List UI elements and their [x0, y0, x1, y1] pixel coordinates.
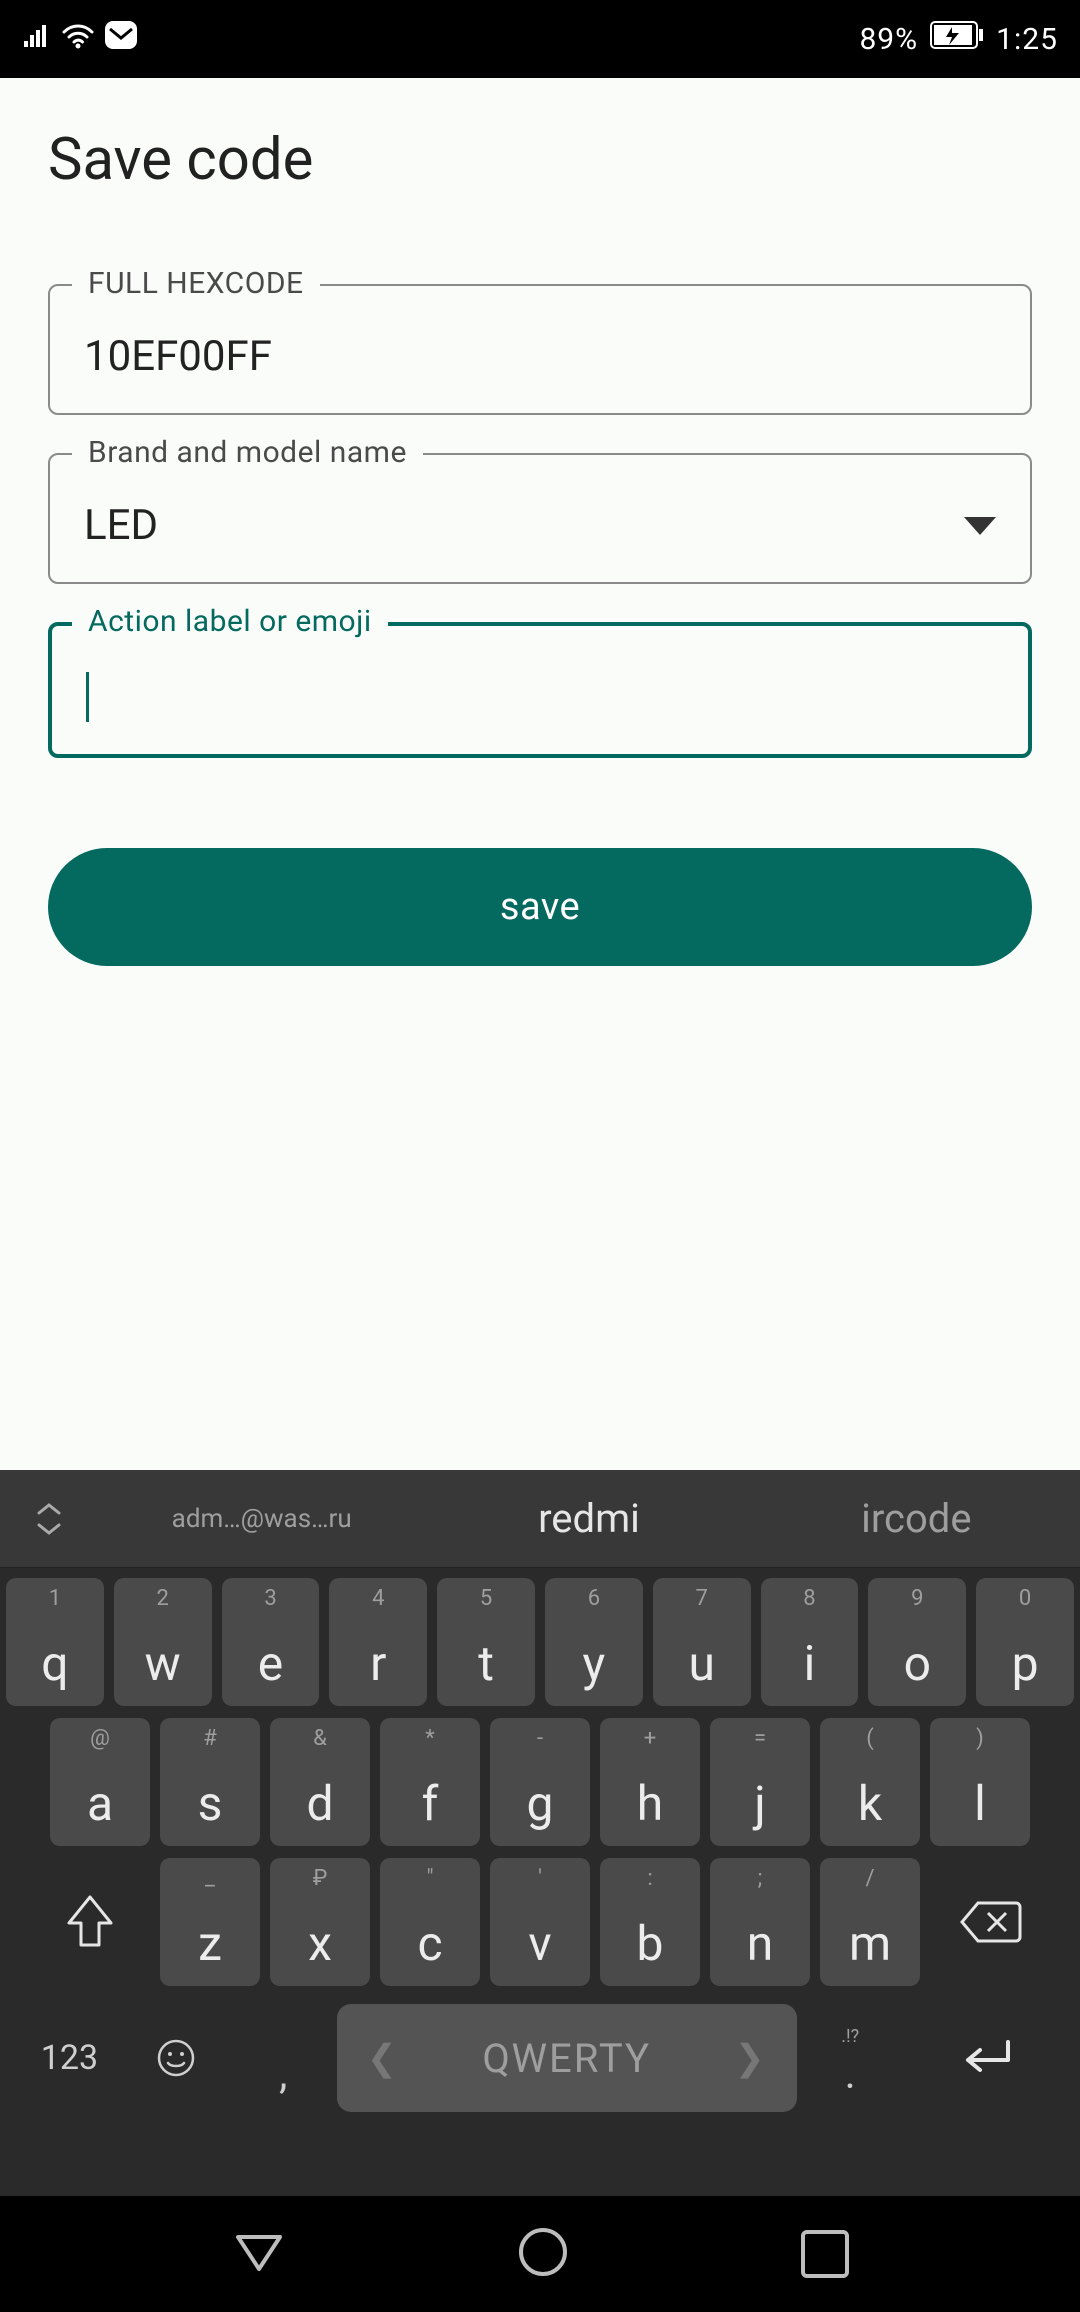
brand-label: Brand and model name	[72, 435, 423, 470]
hexcode-field[interactable]: FULL HEXCODE 10EF00FF	[48, 284, 1032, 415]
key-h[interactable]: +h	[600, 1718, 700, 1846]
key-n[interactable]: ;n	[710, 1858, 810, 1986]
content: Save code FULL HEXCODE 10EF00FF Brand an…	[0, 78, 1080, 966]
soft-keyboard: adm…@was…ru redmi ircode 1q2w3e4r5t6y7u8…	[0, 1470, 1080, 2196]
backspace-key[interactable]	[930, 1858, 1050, 1986]
key-v[interactable]: 'v	[490, 1858, 590, 1986]
chevron-left-icon: ❮	[367, 2037, 399, 2079]
save-button[interactable]: save	[48, 848, 1032, 966]
chevron-right-icon: ❯	[735, 2037, 767, 2079]
key-w[interactable]: 2w	[114, 1578, 212, 1706]
hexcode-label: FULL HEXCODE	[72, 266, 320, 301]
wifi-icon	[62, 22, 94, 57]
clock-text: 1:25	[996, 22, 1058, 57]
brand-value: LED	[84, 501, 158, 550]
battery-percent: 89%	[859, 22, 918, 57]
brand-field[interactable]: Brand and model name LED	[48, 453, 1032, 584]
page-title: Save code	[48, 126, 1032, 194]
back-icon[interactable]	[232, 2231, 286, 2277]
space-key[interactable]: ❮ QWERTY ❯	[337, 2004, 797, 2112]
key-l[interactable]: )l	[930, 1718, 1030, 1846]
navigation-bar	[0, 2196, 1080, 2312]
suggestion-bar: adm…@was…ru redmi ircode	[0, 1470, 1080, 1568]
recents-icon[interactable]	[801, 2230, 849, 2278]
keyboard-row-4: 123 , ❮ QWERTY ❯ .!? .	[6, 1998, 1074, 2118]
key-g[interactable]: -g	[490, 1718, 590, 1846]
hexcode-value: 10EF00FF	[84, 332, 272, 381]
key-a[interactable]: @a	[50, 1718, 150, 1846]
key-i[interactable]: 8i	[761, 1578, 859, 1706]
key-e[interactable]: 3e	[222, 1578, 320, 1706]
mail-icon	[104, 20, 138, 58]
key-b[interactable]: :b	[600, 1858, 700, 1986]
key-m[interactable]: /m	[820, 1858, 920, 1986]
key-z[interactable]: _z	[160, 1858, 260, 1986]
key-p[interactable]: 0p	[976, 1578, 1074, 1706]
status-bar: 89% 1:25	[0, 0, 1080, 78]
key-r[interactable]: 4r	[329, 1578, 427, 1706]
space-label: QWERTY	[482, 2035, 651, 2082]
suggestion-2[interactable]: redmi	[425, 1495, 752, 1542]
key-f[interactable]: *f	[380, 1718, 480, 1846]
key-q[interactable]: 1q	[6, 1578, 104, 1706]
battery-icon	[930, 21, 984, 57]
key-y[interactable]: 6y	[545, 1578, 643, 1706]
mode-123-key[interactable]: 123	[16, 1998, 123, 2118]
suggestion-3[interactable]: ircode	[753, 1495, 1080, 1542]
key-d[interactable]: &d	[270, 1718, 370, 1846]
keyboard-row-1: 1q2w3e4r5t6y7u8i9o0p	[6, 1578, 1074, 1706]
enter-key[interactable]	[904, 1998, 1064, 2118]
key-j[interactable]: =j	[710, 1718, 810, 1846]
expand-suggestions-icon[interactable]	[0, 1499, 98, 1539]
key-o[interactable]: 9o	[868, 1578, 966, 1706]
key-u[interactable]: 7u	[653, 1578, 751, 1706]
suggestion-1[interactable]: adm…@was…ru	[98, 1504, 425, 1534]
key-s[interactable]: #s	[160, 1718, 260, 1846]
signal-icon	[22, 22, 52, 57]
keyboard-row-3: _z₽x"c'v:b;n/m	[6, 1858, 1074, 1986]
comma-key[interactable]: ,	[230, 1998, 337, 2118]
emoji-key[interactable]	[123, 1998, 230, 2118]
shift-key[interactable]	[30, 1858, 150, 1986]
action-field[interactable]: Action label or emoji	[48, 622, 1032, 758]
key-x[interactable]: ₽x	[270, 1858, 370, 1986]
keyboard-row-2: @a#s&d*f-g+h=j(k)l	[6, 1718, 1074, 1846]
home-icon[interactable]	[517, 2226, 569, 2282]
action-label: Action label or emoji	[72, 604, 388, 639]
text-cursor	[86, 672, 89, 722]
key-k[interactable]: (k	[820, 1718, 920, 1846]
key-t[interactable]: 5t	[437, 1578, 535, 1706]
chevron-down-icon	[964, 517, 996, 535]
period-key[interactable]: .!? .	[797, 1998, 904, 2118]
key-c[interactable]: "c	[380, 1858, 480, 1986]
